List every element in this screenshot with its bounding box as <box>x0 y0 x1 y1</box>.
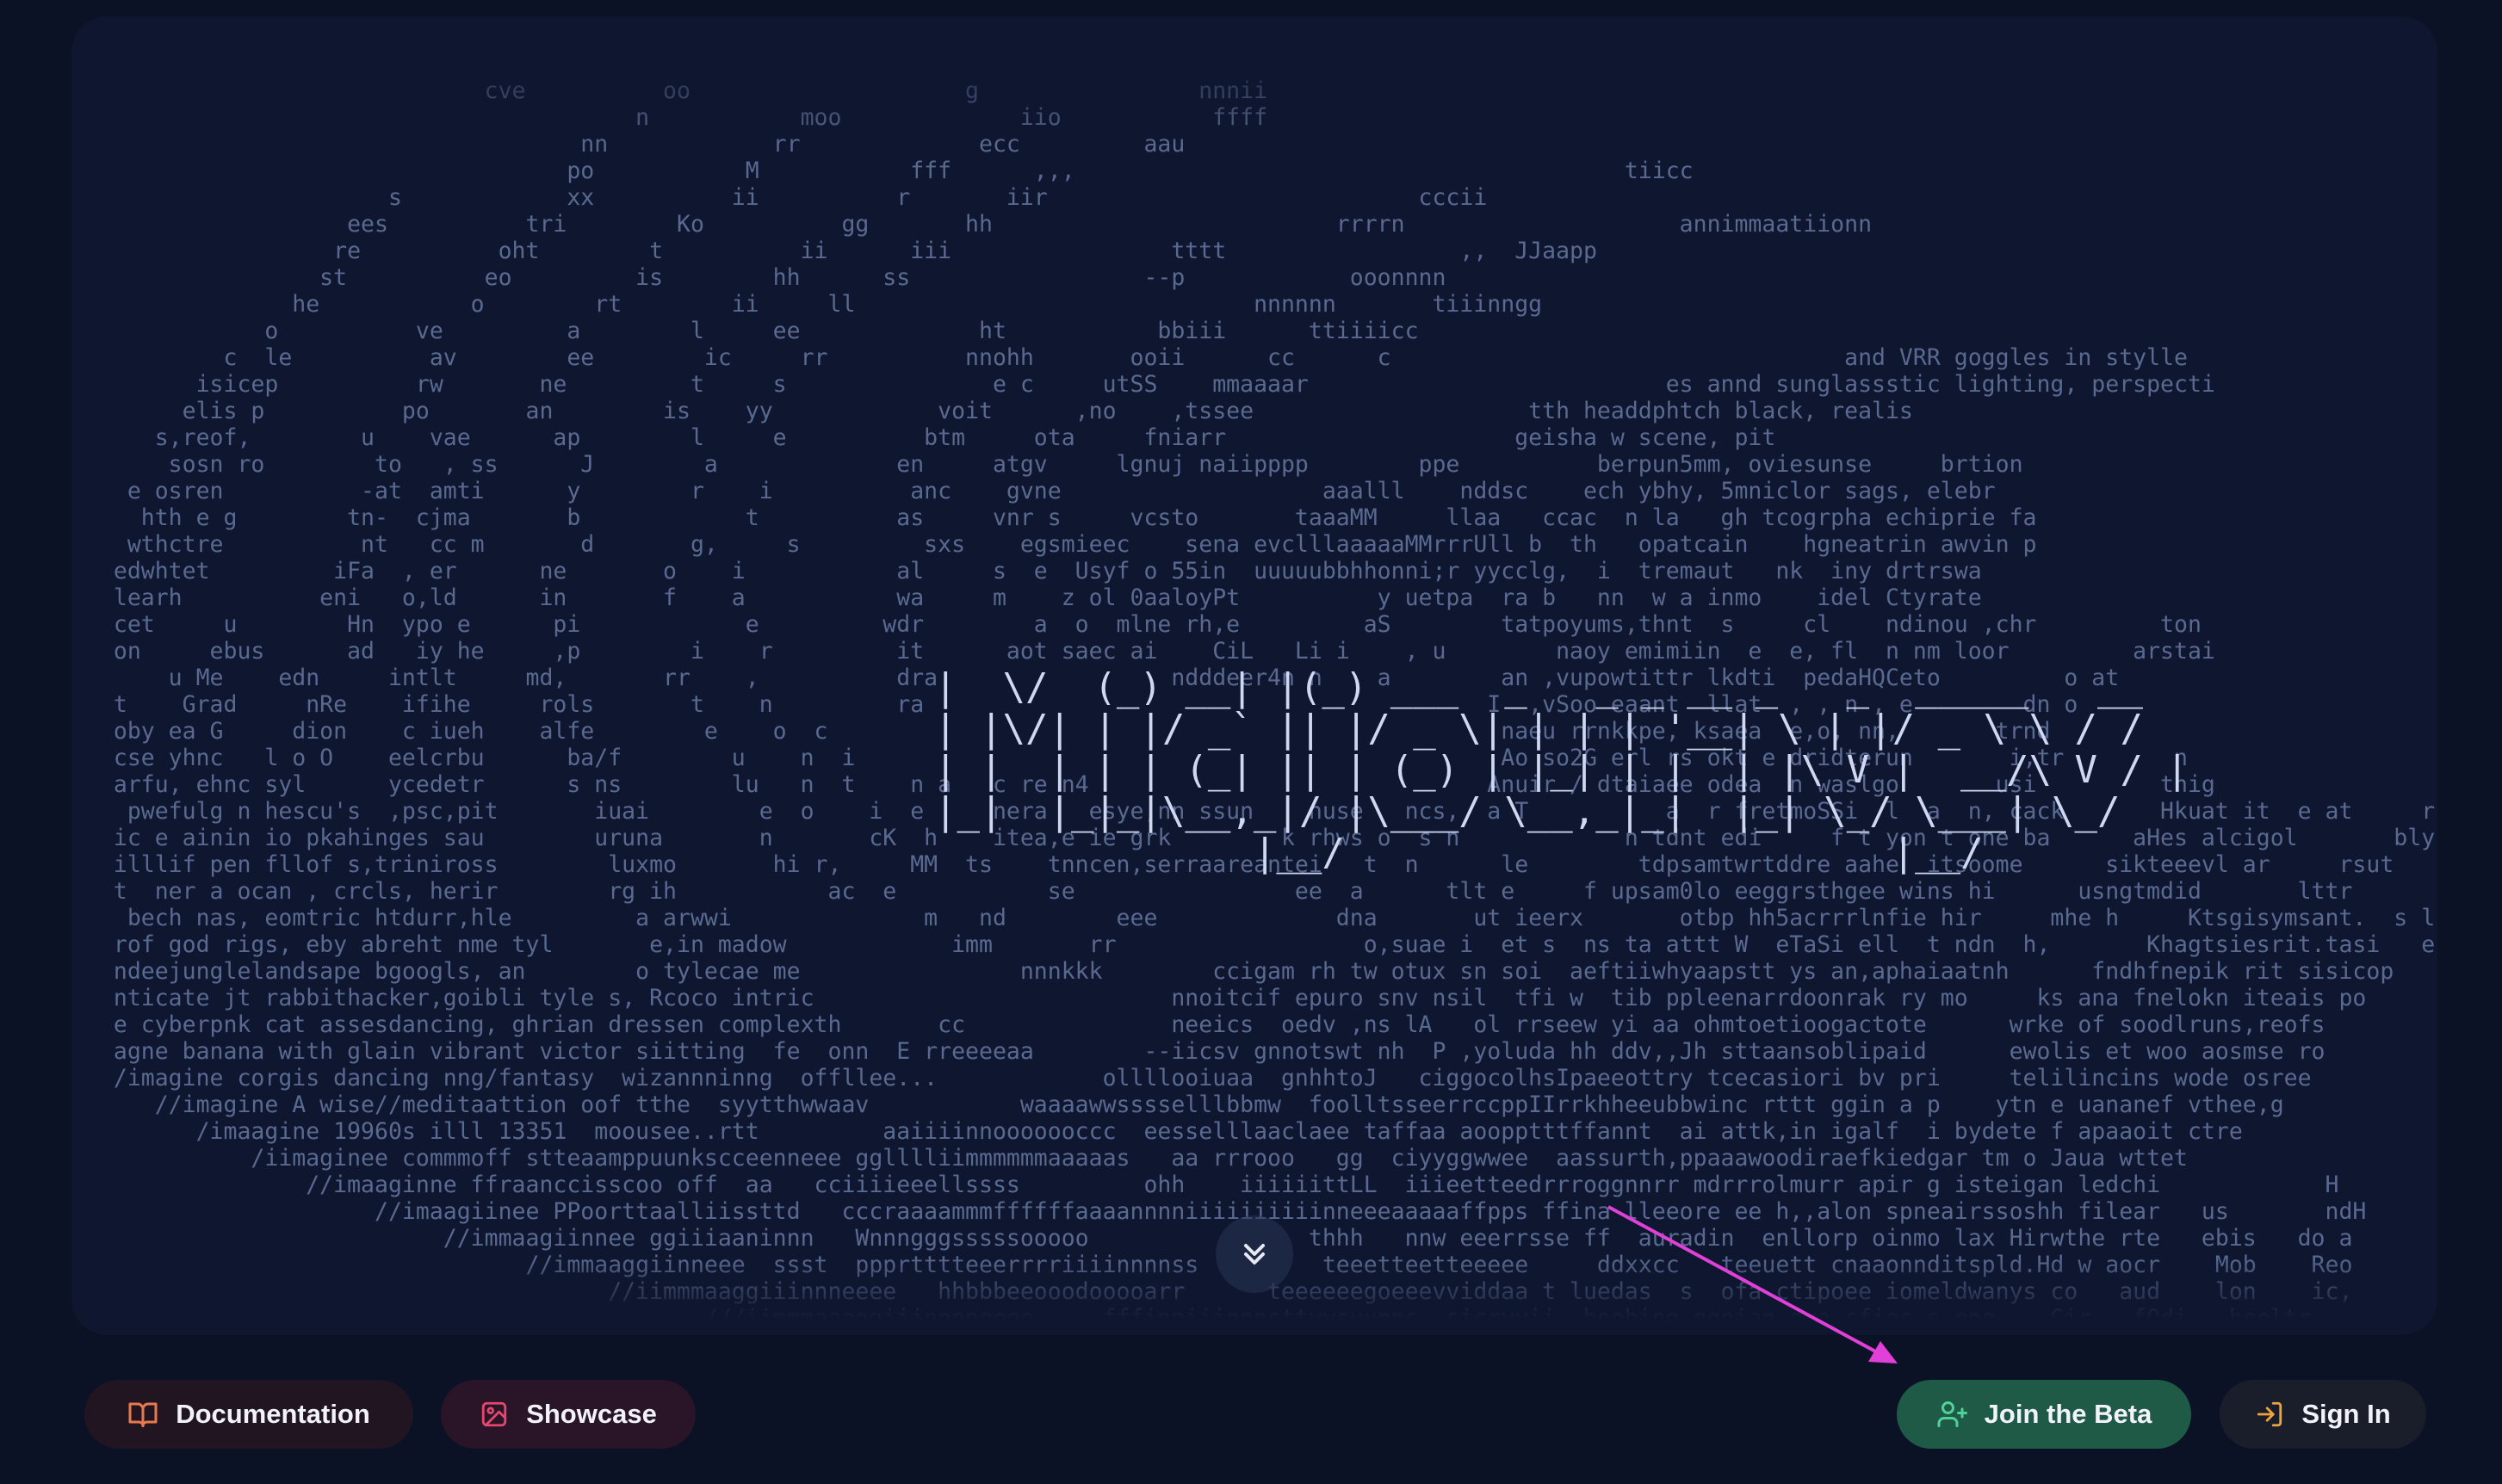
ascii-line: //imagine A wise//meditaattion oof tthe … <box>72 1091 2284 1118</box>
ascii-line: o ve a l ee ht bbiii ttiiiicc <box>72 318 1419 344</box>
ascii-line: isicep rw ne t s e c utSS mmaaaar es ann… <box>72 371 2215 398</box>
scroll-down-button[interactable] <box>1216 1215 1293 1293</box>
documentation-button[interactable]: Documentation <box>84 1380 413 1449</box>
ascii-line: learh eni o,ld in f a wa m z ol 0aaloyPt… <box>72 584 1982 611</box>
showcase-button[interactable]: Showcase <box>441 1380 696 1449</box>
logo-line: | |\/| | |/ _` || |/ _ \| | | | '__| \ |… <box>934 707 2143 751</box>
ascii-line: hth e g tn- cjma b t as vnr s vcsto taaa… <box>72 504 2037 531</box>
ascii-line: rof god rigs, eby abreht nme tyl e,in ma… <box>72 931 2436 958</box>
sign-in-button[interactable]: Sign In <box>2220 1380 2426 1449</box>
ascii-line: s xx ii r iir cccii <box>72 184 1488 211</box>
ascii-line: nticate jt rabbithacker,goibli tyle s, R… <box>72 985 2367 1011</box>
ascii-line: cet u Hn ypo e pi e wdr a o mlne rh,e aS… <box>72 611 2202 638</box>
logo-line: | \/ (_) __| |(_) ___ _ _ _ __ _ _ _____… <box>934 665 2143 709</box>
ascii-line: agne banana with glain vibrant victor si… <box>72 1038 2325 1065</box>
ascii-line: sosn ro to , ss J a en atgv lgnuj naiipp… <box>72 451 2023 478</box>
login-icon <box>2255 1400 2284 1429</box>
ascii-line: ndeejunglelandsape bgoogls, an o tylecae… <box>72 958 2394 985</box>
ascii-line: t ner a ocan , crcls, herir rg ih ac e s… <box>72 878 2353 905</box>
ascii-line: /iimaginee commmoff stteaamppuunkscceenn… <box>72 1145 2188 1172</box>
ascii-line: e cyberpnk cat assesdancing, ghrian dres… <box>72 1011 2325 1038</box>
ascii-line: /imagine corgis dancing nng/fantasy wiza… <box>72 1065 2312 1091</box>
showcase-label: Showcase <box>526 1399 657 1429</box>
join-beta-button[interactable]: Join the Beta <box>1897 1380 2191 1449</box>
ascii-line: he o rt ii ll nnnnnn tiiinngg <box>72 291 1543 318</box>
ascii-line: ees tri Ko gg hh rrrrn annimmaatiionn <box>72 211 1873 238</box>
ascii-line: /imaagine 19960s illl 13351 moousee..rtt… <box>72 1118 2243 1145</box>
ascii-line: elis p po an is yy voit ,no ,tssee tth h… <box>72 398 1913 424</box>
ascii-line: on ebus ad iy he ,p i r it aot saec ai C… <box>72 638 2215 665</box>
documentation-label: Documentation <box>176 1399 370 1429</box>
ascii-line: edwhtet iFa , er ne o i al s e Usyf o 55… <box>72 558 1982 584</box>
ascii-line: st eo is hh ss --p ooonnnn <box>72 264 1446 291</box>
ascii-line: bech nas, eomtric htdurr,hle a arwwi m n… <box>72 905 2437 931</box>
image-icon <box>480 1400 509 1429</box>
ascii-line: wthctre nt cc m d g, s sxs egsmieec sena… <box>72 531 2037 558</box>
ascii-line: //imaaginne ffraanccisscoo off aa cciiii… <box>72 1172 2339 1198</box>
join-beta-label: Join the Beta <box>1984 1399 2152 1429</box>
ascii-line: e osren -at amti y r i anc gvne aaalll n… <box>72 478 1996 504</box>
top-fade <box>72 17 2437 146</box>
sign-in-label: Sign In <box>2301 1399 2391 1429</box>
ascii-line: re oht t ii iii tttt ,, JJaapp <box>72 238 1597 264</box>
book-icon <box>127 1399 158 1430</box>
user-plus-icon <box>1936 1399 1967 1430</box>
ascii-line: po M fff ,,, tiicc <box>72 158 1694 184</box>
logo-line: | | | | | (_| || | (_) | |_| | | | |\ V … <box>934 748 2189 792</box>
chevrons-down-icon <box>1244 1244 1265 1264</box>
ascii-line: c le av ee ic rr nnohh ooii cc c and VRR… <box>72 344 2188 371</box>
ascii-line: s,reof, u vae ap l e btm ota fniarr geis… <box>72 424 1776 451</box>
logo-line: |_| |_|_|\__,_|/ |\___/ \__,_|_| |_| \_/… <box>934 789 2121 833</box>
midjourney-ascii-logo: | \/ (_) __| |(_) ___ _ _ _ __ _ _ _____… <box>934 667 2189 874</box>
logo-line: |__/ |__/ <box>934 831 1984 875</box>
